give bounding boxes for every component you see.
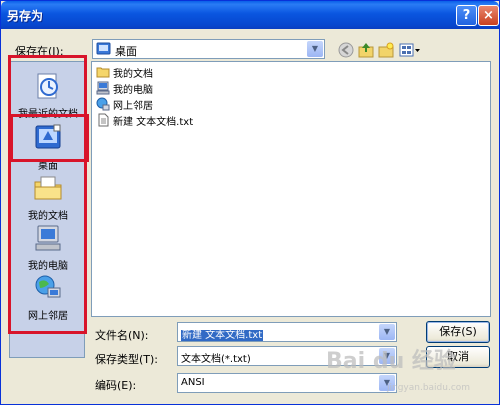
close-button[interactable]: ×	[478, 5, 499, 26]
encoding-label: 编码(E):	[95, 379, 137, 392]
file-list[interactable]: 我的文档 我的电脑 网上邻居 新建 文本文档.txt	[91, 61, 491, 317]
save-in-value: 桌面	[115, 45, 137, 58]
file-name: 网上邻居	[113, 100, 153, 112]
encoding-value: ANSI	[181, 377, 205, 388]
dialog-title: 另存为	[7, 9, 44, 23]
text-file-icon	[98, 113, 109, 127]
up-folder-icon[interactable]	[357, 41, 375, 59]
save-button[interactable]: 保存(S)	[426, 321, 490, 343]
folder-icon	[96, 67, 110, 78]
save-as-dialog: 另存为 ? × 保存在(I): 桌面 ▼ 我最近的文档 桌面 我的文档 我的电脑…	[0, 0, 500, 405]
filetype-label: 保存类型(T):	[95, 353, 159, 366]
annotation-highlight-desktop	[10, 114, 89, 162]
filename-value: 新建 文本文档.txt	[181, 330, 264, 341]
network-icon	[96, 97, 110, 111]
filename-label: 文件名(N):	[95, 329, 149, 342]
title-bar[interactable]: 另存为 ? ×	[1, 1, 499, 29]
views-menu-icon[interactable]	[399, 41, 421, 59]
save-in-dropdown[interactable]: 桌面 ▼	[92, 39, 325, 59]
computer-icon	[96, 81, 110, 95]
help-button[interactable]: ?	[456, 5, 477, 26]
file-name: 新建 文本文档.txt	[113, 116, 194, 128]
file-name: 我的文档	[113, 68, 153, 80]
list-item[interactable]: 新建 文本文档.txt	[96, 112, 193, 128]
new-folder-icon[interactable]	[377, 41, 395, 59]
filename-input[interactable]: 新建 文本文档.txt ▼	[177, 322, 397, 342]
list-item[interactable]: 网上邻居	[96, 96, 153, 112]
watermark-logo: Bai du 经验	[326, 349, 456, 374]
chevron-down-icon[interactable]: ▼	[379, 324, 395, 340]
back-icon[interactable]	[337, 41, 355, 59]
file-name: 我的电脑	[113, 84, 153, 96]
list-item[interactable]: 我的文档	[96, 64, 153, 80]
watermark-url: jingyan.baidu.com	[387, 383, 471, 393]
annotation-highlight-box	[8, 55, 87, 334]
list-item[interactable]: 我的电脑	[96, 80, 153, 96]
filetype-value: 文本文档(*.txt)	[181, 354, 251, 365]
encoding-dropdown[interactable]: ANSI ▼	[177, 373, 397, 393]
desktop-small-icon	[96, 42, 111, 55]
chevron-down-icon[interactable]: ▼	[307, 41, 323, 57]
